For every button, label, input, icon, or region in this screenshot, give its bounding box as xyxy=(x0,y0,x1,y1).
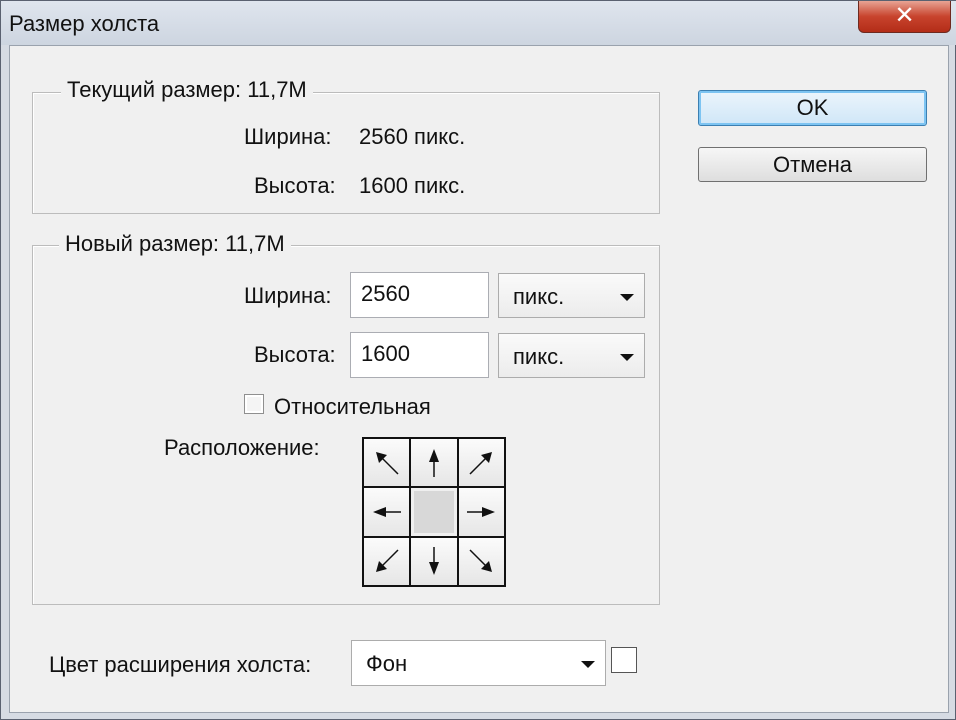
anchor-top-left[interactable] xyxy=(364,439,410,487)
anchor-grid xyxy=(362,437,506,587)
height-input[interactable]: 1600 xyxy=(350,332,489,378)
current-width-value: 2560 пикс. xyxy=(359,124,466,149)
anchor-top-right[interactable] xyxy=(458,439,504,487)
close-button[interactable]: ✕ xyxy=(858,1,951,33)
current-size-legend: Текущий размер: 11,7M xyxy=(61,77,313,103)
current-height-label: Высота: xyxy=(254,173,336,198)
current-height-value: 1600 пикс. xyxy=(359,173,466,198)
anchor-right[interactable] xyxy=(458,488,504,536)
arrow-up-icon xyxy=(428,448,439,477)
cancel-button[interactable]: Отмена xyxy=(698,147,927,182)
title-bar[interactable]: Размер холста ✕ xyxy=(1,1,956,45)
arrow-down-right-icon xyxy=(469,549,493,573)
extension-color-label: Цвет расширения холста: xyxy=(49,652,312,677)
arrow-right-icon xyxy=(467,506,496,517)
current-size-group: Текущий размер: 11,7M Ширина: 2560 пикс.… xyxy=(32,77,660,214)
chevron-down-icon xyxy=(620,294,634,301)
height-unit-select[interactable]: пикс. xyxy=(498,333,645,378)
canvas-size-dialog: Размер холста ✕ Текущий размер: 11,7M Ши… xyxy=(0,0,956,720)
current-size-value: 11,7M xyxy=(247,77,307,102)
chevron-down-icon xyxy=(620,354,634,361)
anchor-bottom[interactable] xyxy=(411,537,457,585)
anchor-left[interactable] xyxy=(364,488,410,536)
dialog-title: Размер холста xyxy=(9,11,160,36)
extension-color-select[interactable]: Фон xyxy=(351,640,606,686)
new-size-legend: Новый размер: 11,7M xyxy=(59,231,291,257)
width-unit-select[interactable]: пикс. xyxy=(498,273,645,318)
arrow-down-left-icon xyxy=(375,549,399,573)
arrow-up-right-icon xyxy=(469,451,493,475)
anchor-top[interactable] xyxy=(411,439,457,487)
anchor-label: Расположение: xyxy=(164,435,320,460)
new-size-value: 11,7M xyxy=(225,231,285,256)
new-height-label: Высота: xyxy=(254,342,336,367)
anchor-bottom-right[interactable] xyxy=(458,537,504,585)
current-width-label: Ширина: xyxy=(244,124,332,149)
arrow-up-left-icon xyxy=(375,451,399,475)
relative-label[interactable]: Относительная xyxy=(274,394,431,420)
ok-button[interactable]: OK xyxy=(698,90,927,126)
arrow-left-icon xyxy=(372,506,401,517)
new-width-label: Ширина: xyxy=(244,283,332,308)
dialog-body: Текущий размер: 11,7M Ширина: 2560 пикс.… xyxy=(9,45,949,713)
relative-checkbox[interactable] xyxy=(244,394,264,414)
close-icon: ✕ xyxy=(894,2,915,29)
anchor-bottom-left[interactable] xyxy=(364,537,410,585)
extension-color-swatch[interactable] xyxy=(611,647,637,673)
chevron-down-icon xyxy=(581,661,595,668)
arrow-down-icon xyxy=(428,547,439,576)
width-input[interactable]: 2560 xyxy=(350,272,489,318)
anchor-center[interactable] xyxy=(411,488,457,536)
